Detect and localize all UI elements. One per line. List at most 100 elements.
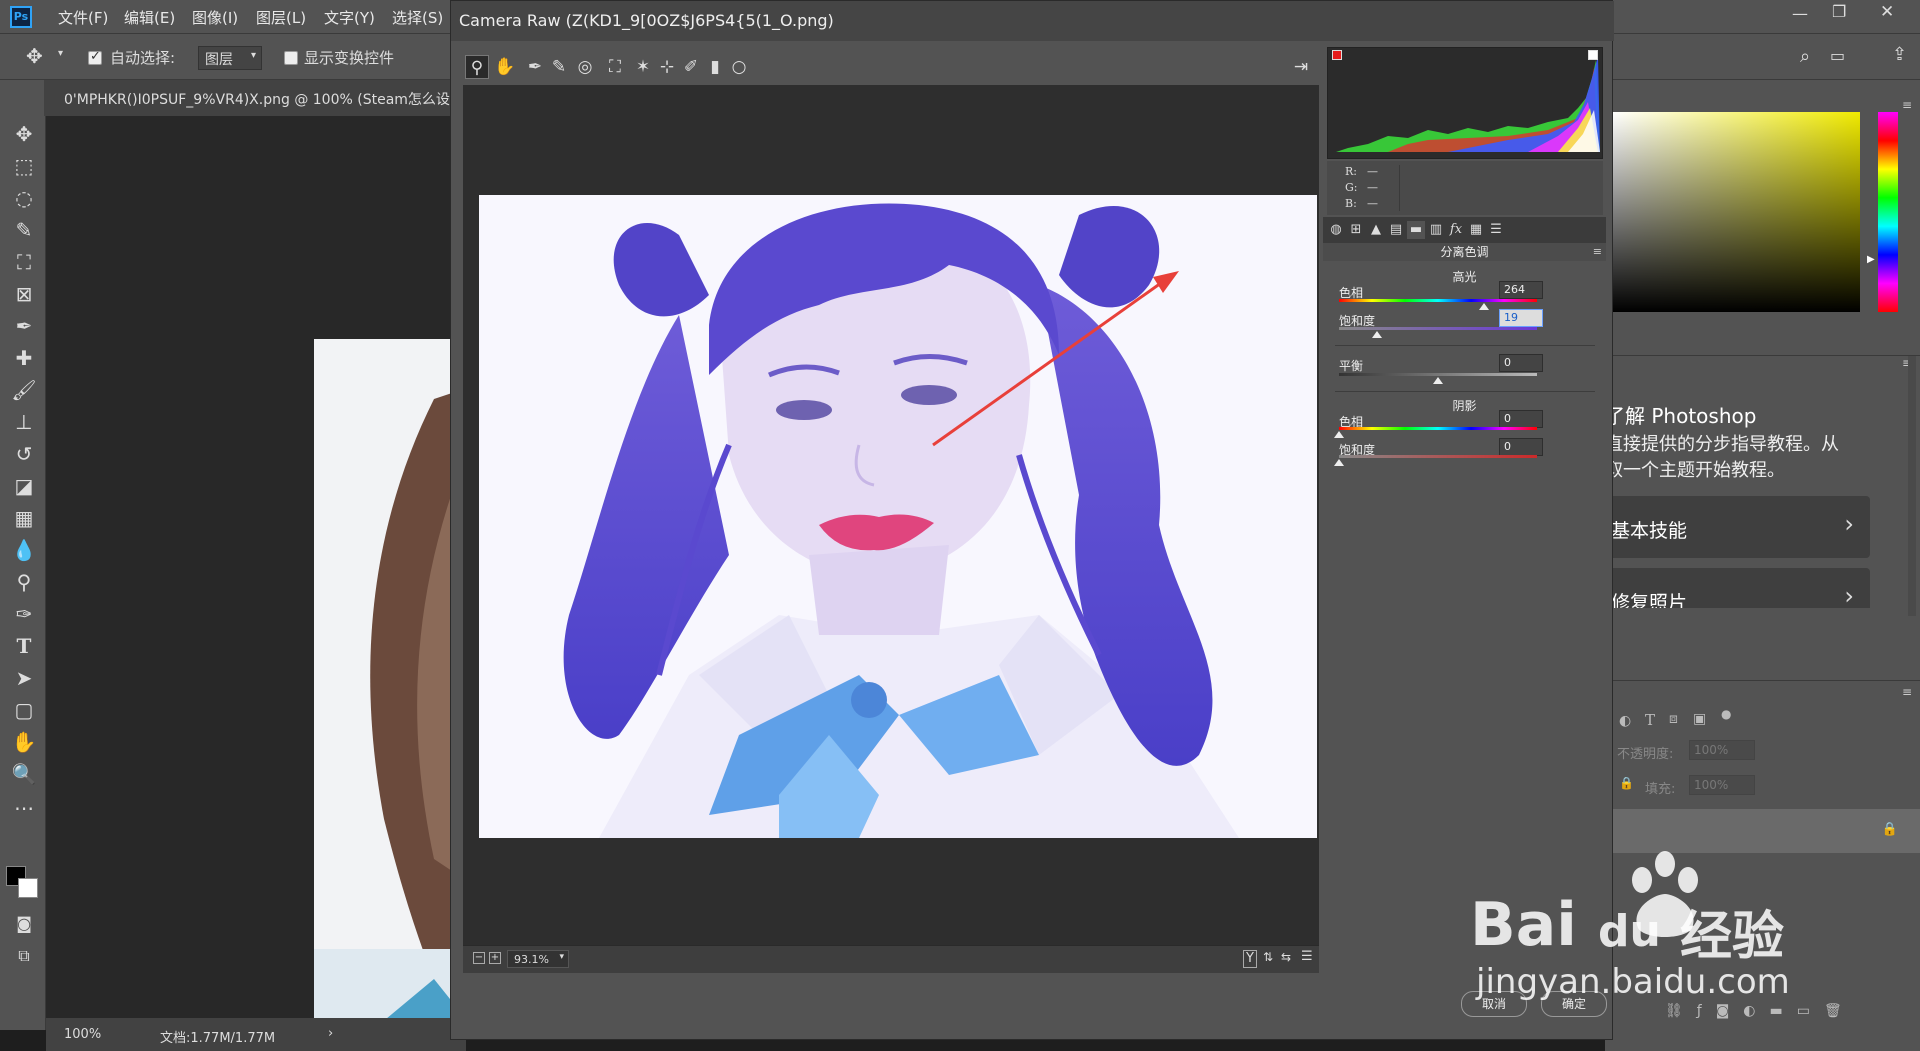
spot-removal-icon[interactable]: ✶ <box>631 55 655 79</box>
eraser-tool-icon[interactable]: ◪ <box>10 472 38 500</box>
before-after-icon[interactable]: Y <box>1243 950 1257 968</box>
shadow-clipping-icon[interactable] <box>1332 50 1342 60</box>
auto-select-checkbox[interactable] <box>88 49 102 65</box>
healing-tool-icon[interactable]: ✚ <box>10 344 38 372</box>
highlights-sat-input[interactable]: 19 <box>1499 309 1543 327</box>
effects-tab-icon[interactable]: fx <box>1447 221 1465 239</box>
gradient-tool-icon[interactable]: ▦ <box>10 504 38 532</box>
swap-icon[interactable]: ⇅ <box>1263 950 1273 964</box>
menu-edit[interactable]: 编辑(E) <box>124 7 175 28</box>
filter-toggle-icon[interactable]: ● <box>1721 707 1731 721</box>
balance-input[interactable]: 0 <box>1499 354 1543 372</box>
menu-layer[interactable]: 图层(L) <box>256 7 306 28</box>
balance-thumb[interactable] <box>1433 377 1443 384</box>
crop-tool-icon[interactable]: ⛶ <box>10 248 38 276</box>
toggle-settings-icon[interactable]: ☰ <box>1301 949 1313 964</box>
restore-icon[interactable]: ❐ <box>1832 2 1846 21</box>
workspace-icon[interactable]: ▭ <box>1830 46 1845 65</box>
hue-pointer-icon[interactable]: ▶ <box>1867 254 1875 265</box>
marquee-tool-icon[interactable]: ⬚ <box>10 152 38 180</box>
smart-filter-icon[interactable]: ▣ <box>1693 711 1706 727</box>
shape-filter-icon[interactable]: ⧈ <box>1669 711 1678 727</box>
highlights-hue-input[interactable]: 264 <box>1499 281 1543 299</box>
open-preferences-icon[interactable]: ⇥ <box>1289 55 1313 79</box>
brush-tool-icon[interactable]: 🖌 <box>10 376 38 404</box>
more-tools-icon[interactable]: ⋯ <box>10 794 38 822</box>
opacity-input[interactable]: 100% <box>1689 740 1755 760</box>
screen-mode-icon[interactable]: ⧉ <box>10 942 38 970</box>
frame-tool-icon[interactable]: ⊠ <box>10 280 38 308</box>
adjust-filter-icon[interactable]: ◐ <box>1619 713 1631 729</box>
eyedropper-tool-icon[interactable]: ✒ <box>10 312 38 340</box>
shadows-sat-thumb[interactable] <box>1334 459 1344 466</box>
type-tool-icon[interactable]: T <box>10 632 38 660</box>
zoom-in-icon[interactable]: + <box>489 952 501 964</box>
red-eye-icon[interactable]: ⊹ <box>655 55 679 79</box>
graduated-filter-icon[interactable]: ▮ <box>703 55 727 79</box>
chevron-right-icon[interactable]: › <box>328 1026 333 1041</box>
path-select-icon[interactable]: ➤ <box>10 664 38 692</box>
panel-menu-icon[interactable]: ≡ <box>1902 98 1912 112</box>
zoom-select[interactable]: 93.1% ▾ <box>507 950 569 968</box>
shadows-hue-slider[interactable] <box>1339 427 1537 430</box>
tone-curve-tab-icon[interactable]: ⊞ <box>1347 221 1365 239</box>
color-field[interactable] <box>1613 112 1860 312</box>
learn-scrollbar[interactable] <box>1908 356 1916 616</box>
shadows-sat-slider[interactable] <box>1339 455 1537 458</box>
panel-menu-icon[interactable]: ≡ <box>1902 685 1912 699</box>
color-sampler-icon[interactable]: ✎ <box>547 55 571 79</box>
menu-file[interactable]: 文件(F) <box>58 7 108 28</box>
stamp-tool-icon[interactable]: ⊥ <box>10 408 38 436</box>
zoom-out-icon[interactable]: − <box>473 952 485 964</box>
shadows-sat-input[interactable]: 0 <box>1499 438 1543 456</box>
lock-icon[interactable]: 🔒 <box>1619 776 1634 790</box>
detail-tab-icon[interactable]: ▲ <box>1367 221 1385 239</box>
blur-tool-icon[interactable]: 💧 <box>10 536 38 564</box>
hand-tool-icon[interactable]: ✋ <box>493 55 517 79</box>
radial-filter-icon[interactable]: ○ <box>727 55 751 79</box>
shadows-hue-thumb[interactable] <box>1334 431 1344 438</box>
search-icon[interactable]: ⌕ <box>1800 46 1810 67</box>
balance-slider[interactable] <box>1339 373 1537 376</box>
highlights-hue-thumb[interactable] <box>1479 303 1490 310</box>
presets-tab-icon[interactable]: ☰ <box>1487 221 1505 239</box>
menu-type[interactable]: 文字(Y) <box>324 7 375 28</box>
panel-menu-icon[interactable]: ≡ <box>1593 245 1602 258</box>
split-toning-tab-icon[interactable]: ▬ <box>1407 221 1425 239</box>
layer-row[interactable]: 🔒 <box>1605 809 1920 853</box>
minimize-icon[interactable]: — <box>1792 4 1808 23</box>
targeted-adjust-icon[interactable]: ◎ <box>573 55 597 79</box>
hsl-tab-icon[interactable]: ▤ <box>1387 221 1405 239</box>
zoom-tool-icon[interactable]: 🔍 <box>10 760 38 788</box>
show-transform-checkbox[interactable] <box>284 51 298 65</box>
highlights-sat-slider[interactable] <box>1339 327 1537 330</box>
hand-tool-icon[interactable]: ✋ <box>10 728 38 756</box>
zoom-tool-icon[interactable]: ⚲ <box>465 55 489 79</box>
highlights-sat-thumb[interactable] <box>1371 331 1382 338</box>
history-brush-icon[interactable]: ↺ <box>10 440 38 468</box>
basic-tab-icon[interactable]: ◍ <box>1327 221 1345 239</box>
adjustment-brush-icon[interactable]: ✐ <box>679 55 703 79</box>
crop-icon[interactable]: ⛶ <box>603 55 627 79</box>
shadows-hue-input[interactable]: 0 <box>1499 410 1543 428</box>
menu-select[interactable]: 选择(S) <box>392 7 443 28</box>
quick-select-tool-icon[interactable]: ✎ <box>10 216 38 244</box>
pen-tool-icon[interactable]: ✑ <box>10 600 38 628</box>
shape-tool-icon[interactable]: ▢ <box>10 696 38 724</box>
move-tool-icon[interactable]: ✥ <box>10 120 38 148</box>
fill-input[interactable]: 100% <box>1689 775 1755 795</box>
share-icon[interactable]: ⇪ <box>1892 44 1907 65</box>
quick-mask-icon[interactable]: ◙ <box>10 910 38 938</box>
lens-tab-icon[interactable]: ▥ <box>1427 221 1445 239</box>
highlights-hue-slider[interactable] <box>1339 299 1537 302</box>
learn-item-basic[interactable]: 基本技能 › <box>1605 496 1870 558</box>
type-filter-icon[interactable]: T <box>1645 711 1655 729</box>
hue-slider[interactable] <box>1878 112 1898 312</box>
menu-image[interactable]: 图像(I) <box>192 7 238 28</box>
lasso-tool-icon[interactable]: ◌ <box>10 184 38 212</box>
chevron-down-icon[interactable]: ▾ <box>58 48 63 59</box>
dodge-tool-icon[interactable]: ⚲ <box>10 568 38 596</box>
calibration-tab-icon[interactable]: ▦ <box>1467 221 1485 239</box>
highlight-clipping-icon[interactable] <box>1588 50 1598 60</box>
move-tool-icon[interactable]: ✥ <box>26 44 43 68</box>
